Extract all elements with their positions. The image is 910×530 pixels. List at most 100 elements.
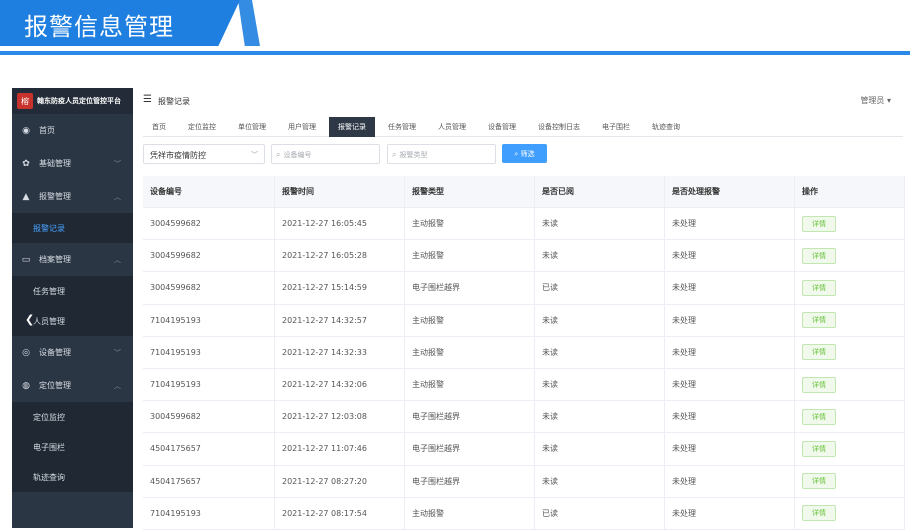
table-row: 4504175657 2021-12-27 08:27:20 电子围栏越界 未读 未处理… <box>143 465 905 498</box>
detail-button[interactable]: 详情 <box>802 440 836 457</box>
table-cell: 主动报警 <box>405 240 535 272</box>
sidebar-subitem[interactable]: 定位监控 <box>12 402 133 432</box>
action-cell: 详情 <box>795 465 905 497</box>
table-cell: 2021-12-27 16:05:28 <box>275 240 405 272</box>
alarm-table: 设备编号 报警时间 报警类型 是否已阅 是否处理报警 操作 3004599682 2021-… <box>143 176 905 530</box>
sidebar-item-label: 档案管理 <box>39 255 71 264</box>
detail-button[interactable]: 详情 <box>802 312 836 329</box>
sidebar-item[interactable]: ▭ 档案管理 ︿ <box>12 243 133 276</box>
table-cell: 未处理 <box>665 240 795 272</box>
table-cell: 电子围栏越界 <box>405 401 535 433</box>
detail-button[interactable]: 详情 <box>802 408 836 425</box>
table-cell: 2021-12-27 14:32:57 <box>275 304 405 336</box>
column-header: 是否已阅 <box>535 176 665 207</box>
alarm-type-input[interactable]: ⌕ 报警类型 <box>387 144 496 164</box>
sidebar-subitem-label: 轨迹查询 <box>33 472 65 482</box>
table-row: 7104195193 2021-12-27 08:17:54 主动报警 已读 未处理 详情 <box>143 497 905 530</box>
action-cell: 详情 <box>795 368 905 401</box>
table-row: 3004599682 2021-12-27 16:05:45 主动报警 未读 未处理 详情 <box>143 208 905 241</box>
table-row: 3004599682 2021-12-27 12:03:08 电子围栏越界 未读 未处理… <box>143 401 905 434</box>
tab[interactable]: 定位监控 <box>179 117 225 137</box>
tab[interactable]: 首页 <box>143 117 175 137</box>
app-logo[interactable]: 榕 翰东防疫人员定位管控平台 <box>12 88 133 114</box>
unit-select-value: 凭祥市疫情防控 <box>150 151 206 160</box>
table-cell: 3004599682 <box>143 401 275 433</box>
bell-icon: ▲ <box>22 191 30 202</box>
action-cell: 详情 <box>795 497 905 529</box>
table-cell: 已读 <box>535 272 665 304</box>
sidebar-subitem-label: 定位监控 <box>33 412 65 422</box>
tab[interactable]: 单位管理 <box>229 117 275 137</box>
detail-button[interactable]: 详情 <box>802 473 836 490</box>
table-cell: 未读 <box>535 368 665 401</box>
table-cell: 7104195193 <box>143 368 275 401</box>
table-cell: 2021-12-27 14:32:06 <box>275 368 405 401</box>
table-cell: 已读 <box>535 497 665 529</box>
detail-button[interactable]: 详情 <box>802 215 836 232</box>
table-cell: 未处理 <box>665 465 795 497</box>
alarm-type-placeholder: 报警类型 <box>399 151 428 159</box>
sidebar: 榕 翰东防疫人员定位管控平台 ◉ 首页 ✿ 基础管理 ﹀ ▲ 报警管理 ︿ 报警记录 ▭ 档案管理 ︿… <box>12 88 133 528</box>
sidebar-subitem[interactable]: 任务管理 <box>12 276 133 306</box>
unit-select[interactable]: 凭祥市疫情防控 ﹀ <box>143 144 265 164</box>
tab[interactable]: 设备管理 <box>479 117 525 137</box>
sidebar-item[interactable]: ◎ 设备管理 ﹀ <box>12 336 133 369</box>
action-cell: 详情 <box>795 401 905 433</box>
chevron-icon: ﹀ <box>114 349 121 357</box>
tab[interactable]: 设备控制日志 <box>529 117 589 137</box>
sidebar-item[interactable]: ◍ 定位管理 ︿ <box>12 369 133 402</box>
chevron-icon: ︿ <box>114 256 121 264</box>
table-cell: 4504175657 <box>143 433 275 465</box>
sidebar-item[interactable]: ▲ 报警管理 ︿ <box>12 180 133 213</box>
banner-underline <box>0 51 910 55</box>
table-cell: 3004599682 <box>143 272 275 304</box>
sidebar-subitem-label: 报警记录 <box>33 223 65 233</box>
sidebar-item[interactable]: ✿ 基础管理 ﹀ <box>12 147 133 180</box>
table-cell: 3004599682 <box>143 208 275 240</box>
chevron-icon: ︿ <box>114 193 121 201</box>
tab-bar: 首页 定位监控 单位管理 用户管理 报警记录 任务管理 人员管理 设备管理 设备控制日志 电子围栏… <box>143 117 903 137</box>
tab[interactable]: 轨迹查询 <box>643 117 689 137</box>
table-cell: 未读 <box>535 336 665 368</box>
sidebar-item[interactable]: ◉ 首页 <box>12 114 133 147</box>
column-header: 设备编号 <box>143 176 275 207</box>
tab[interactable]: 报警记录 <box>329 117 375 137</box>
detail-button[interactable]: 详情 <box>802 505 836 522</box>
table-header: 设备编号 报警时间 报警类型 是否已阅 是否处理报警 操作 <box>143 176 905 208</box>
tab[interactable]: 用户管理 <box>279 117 325 137</box>
table-cell: 未处理 <box>665 336 795 368</box>
table-row: 7104195193 2021-12-27 14:32:57 主动报警 未读 未处理 详情 <box>143 304 905 337</box>
table-cell: 2021-12-27 08:27:20 <box>275 465 405 497</box>
table-cell: 未处理 <box>665 497 795 529</box>
sidebar-subitem-label: 人员管理 <box>33 316 65 326</box>
sidebar-subitem[interactable]: 电子围栏 <box>12 432 133 462</box>
menu-toggle-icon[interactable]: ☰ <box>143 94 152 105</box>
detail-button[interactable]: 详情 <box>802 344 836 361</box>
sidebar-subitem[interactable]: 轨迹查询 <box>12 462 133 492</box>
detail-button[interactable]: 详情 <box>802 247 836 264</box>
tab[interactable]: 电子围栏 <box>593 117 639 137</box>
user-menu[interactable]: 管理员 ▾ <box>860 95 891 106</box>
table-cell: 7104195193 <box>143 497 275 529</box>
device-id-input[interactable]: ⌕ 设备编号 <box>271 144 380 164</box>
sidebar-subitem[interactable]: 报警记录 <box>12 213 133 243</box>
table-cell: 7104195193 <box>143 304 275 336</box>
page-banner: 报警信息管理 <box>0 0 910 58</box>
table-cell: 7104195193 <box>143 336 275 368</box>
table-cell: 2021-12-27 15:14:59 <box>275 272 405 304</box>
search-icon: ⌕ <box>392 150 397 159</box>
table-row: 7104195193 2021-12-27 14:32:06 主动报警 未读 未处理 详情 <box>143 368 905 402</box>
column-header: 操作 <box>795 176 905 207</box>
collapse-arrow-icon[interactable]: ❮ <box>25 313 34 326</box>
tab[interactable]: 人员管理 <box>429 117 475 137</box>
column-header: 是否处理报警 <box>665 176 795 207</box>
detail-button[interactable]: 详情 <box>802 279 836 296</box>
sidebar-subitem[interactable]: ❮ 人员管理 <box>12 306 133 336</box>
detail-button[interactable]: 详情 <box>802 376 836 393</box>
filter-button[interactable]: ⌕ 筛选 <box>502 144 547 163</box>
table-cell: 未处理 <box>665 272 795 304</box>
table-cell: 未处理 <box>665 304 795 336</box>
sidebar-item-label: 定位管理 <box>39 381 71 390</box>
table-cell: 未处理 <box>665 368 795 401</box>
tab[interactable]: 任务管理 <box>379 117 425 137</box>
